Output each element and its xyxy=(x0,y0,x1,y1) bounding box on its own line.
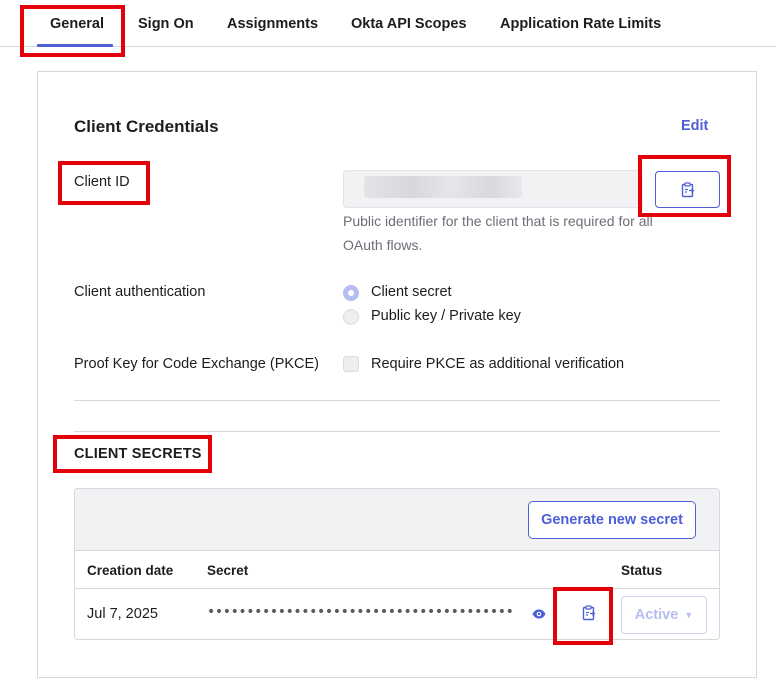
caret-down-icon: ▼ xyxy=(684,610,694,620)
tab-application-rate-limits[interactable]: Application Rate Limits xyxy=(500,16,661,32)
public-private-key-option-label: Public key / Private key xyxy=(371,308,521,324)
client-id-label: Client ID xyxy=(74,174,130,190)
client-credentials-title: Client Credentials xyxy=(74,117,219,136)
client-id-help-text: Public identifier for the client that is… xyxy=(343,213,653,253)
generate-new-secret-button[interactable]: Generate new secret xyxy=(528,501,696,539)
section-divider xyxy=(74,431,720,432)
edit-link[interactable]: Edit xyxy=(681,118,708,134)
section-divider xyxy=(74,400,720,401)
client-authentication-label: Client authentication xyxy=(74,284,206,300)
tab-okta-api-scopes[interactable]: Okta API Scopes xyxy=(351,16,467,32)
column-header-creation-date: Creation date xyxy=(87,563,174,578)
pkce-option-label: Require PKCE as additional verification xyxy=(371,356,625,372)
tab-bar: General Sign On Assignments Okta API Sco… xyxy=(0,0,776,47)
tab-assignments[interactable]: Assignments xyxy=(227,16,318,32)
column-header-status: Status xyxy=(621,563,663,578)
secret-creation-date: Jul 7, 2025 xyxy=(87,606,158,622)
secrets-toolbar: Generate new secret xyxy=(75,489,719,551)
tab-general[interactable]: General xyxy=(50,16,104,32)
client-secret-option-label: Client secret xyxy=(371,284,452,300)
copy-client-id-button[interactable] xyxy=(655,171,720,208)
client-id-redacted-value xyxy=(364,176,522,198)
client-secret-radio[interactable] xyxy=(343,285,359,301)
pkce-checkbox[interactable] xyxy=(343,356,359,372)
client-secrets-table: Generate new secret Creation date Secret… xyxy=(74,488,720,640)
pkce-label: Proof Key for Code Exchange (PKCE) xyxy=(74,356,320,372)
clipboard-icon[interactable] xyxy=(582,605,596,621)
public-private-key-radio[interactable] xyxy=(343,309,359,325)
eye-icon[interactable] xyxy=(532,609,546,619)
clipboard-icon xyxy=(681,181,694,197)
client-secrets-title: CLIENT SECRETS xyxy=(74,446,202,462)
status-label: Active xyxy=(634,607,679,623)
tab-sign-on[interactable]: Sign On xyxy=(138,16,194,32)
masked-secret-value: ••••••••••••••••••••••••••••••••••••••• xyxy=(207,604,514,620)
status-dropdown[interactable]: Active ▼ xyxy=(621,596,707,634)
column-header-secret: Secret xyxy=(207,563,249,578)
active-tab-indicator xyxy=(37,44,113,47)
table-row-divider xyxy=(75,588,719,589)
